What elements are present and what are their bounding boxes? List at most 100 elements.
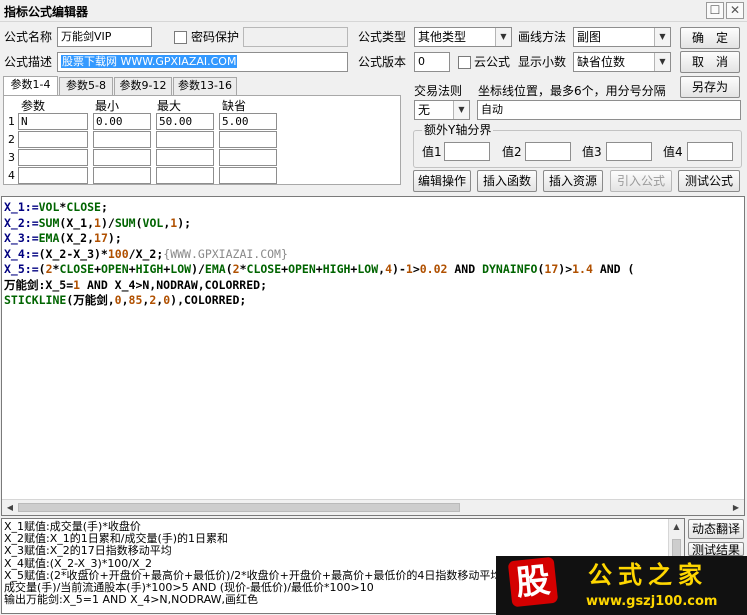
import-formula-button[interactable]: 引入公式: [610, 170, 672, 192]
y-value-2-input[interactable]: [525, 142, 571, 161]
param-max-cell[interactable]: [156, 149, 214, 166]
formula-desc-text: 股票下载网 WWW.GPXIAZAI.COM: [61, 55, 238, 68]
decimals-select[interactable]: 缺省位数 ▼: [573, 52, 671, 72]
param-name-cell[interactable]: N: [18, 113, 88, 130]
code-token: +: [128, 262, 136, 276]
param-min-cell[interactable]: [93, 131, 151, 148]
code-token: 4: [385, 262, 393, 276]
code-token: SUM: [38, 215, 60, 230]
code-token: 0: [114, 293, 122, 307]
code-token: (X_2-X_3)*: [38, 246, 108, 261]
cancel-button[interactable]: 取 消: [680, 51, 740, 73]
title-bar: 指标公式编辑器 ☐ ✕: [0, 0, 747, 22]
stock-badge-icon: 股: [507, 556, 559, 608]
hscroll-thumb[interactable]: [18, 503, 460, 512]
decimals-value: 缺省位数: [577, 55, 626, 69]
code-token: ;: [100, 200, 108, 214]
param-row-num: 4: [8, 169, 15, 182]
tab-params-1-4[interactable]: 参数1-4: [3, 76, 58, 96]
extra-y-axis-group: 额外Y轴分界 值1 值2 值3 值4: [413, 123, 742, 168]
code-token: +: [315, 262, 323, 276]
code-token: 1.4: [572, 262, 593, 276]
param-name-cell[interactable]: [18, 149, 88, 166]
code-token: {WWW.GPXIAZAI.COM}: [163, 246, 288, 261]
edit-ops-button[interactable]: 编辑操作: [413, 170, 471, 192]
restore-icon[interactable]: ☐: [706, 2, 724, 19]
y-value-label: 值2: [502, 145, 522, 159]
code-token: )>: [558, 262, 573, 276]
code-token: (万能剑,: [66, 293, 115, 307]
param-name-cell[interactable]: [18, 131, 88, 148]
param-max-cell[interactable]: [156, 131, 214, 148]
y-value-3-input[interactable]: [606, 142, 652, 161]
param-max-cell[interactable]: 50.00: [156, 113, 214, 130]
draw-method-select[interactable]: 副图 ▼: [573, 27, 671, 47]
draw-label: 画线方法: [518, 30, 567, 44]
trade-rule-select[interactable]: 无 ▼: [414, 100, 470, 120]
param-max-cell[interactable]: [156, 167, 214, 184]
param-default-cell[interactable]: [219, 149, 277, 166]
save-as-button[interactable]: 另存为: [680, 76, 740, 98]
code-token: VOL: [38, 200, 60, 214]
chevron-down-icon: ▼: [654, 28, 670, 46]
extra-y-axis-title: 额外Y轴分界: [422, 123, 494, 137]
code-token: 0.02: [419, 262, 448, 276]
tab-params-5-8[interactable]: 参数5-8: [59, 77, 113, 95]
formula-name-input[interactable]: 万能剑VIP: [57, 27, 152, 47]
close-icon[interactable]: ✕: [726, 2, 744, 19]
code-token: X_2:=: [4, 215, 39, 230]
ok-button[interactable]: 确 定: [680, 27, 740, 49]
tab-params-9-12[interactable]: 参数9-12: [114, 77, 172, 95]
code-token: VOL: [142, 215, 164, 230]
param-default-cell[interactable]: [219, 131, 277, 148]
scroll-left-icon[interactable]: ◀: [2, 500, 18, 515]
param-min-cell[interactable]: [93, 167, 151, 184]
code-token: )/: [100, 215, 115, 230]
formula-type-value: 其他类型: [418, 30, 467, 44]
param-header-default: 缺省: [222, 99, 247, 113]
editor-hscrollbar[interactable]: ◀ ▶: [2, 499, 744, 515]
param-min-cell[interactable]: 0.00: [93, 113, 151, 130]
code-token: 2: [232, 262, 240, 276]
password-checkbox[interactable]: [174, 31, 187, 44]
param-default-cell[interactable]: [219, 167, 277, 184]
code-token: X_3:=: [4, 231, 39, 245]
explanation-line: X_3赋值:X_2的17日指数移动平均: [4, 544, 172, 558]
formula-desc-input[interactable]: 股票下载网 WWW.GPXIAZAI.COM: [57, 52, 348, 72]
tab-params-13-16[interactable]: 参数13-16: [173, 77, 237, 95]
scroll-right-icon[interactable]: ▶: [728, 500, 744, 515]
trade-rule-label: 交易法则: [414, 84, 463, 98]
param-min-cell[interactable]: [93, 149, 151, 166]
coord-input[interactable]: 自动: [477, 100, 741, 120]
test-result-button[interactable]: 测试结果: [688, 542, 744, 556]
dynamic-translate-button[interactable]: 动态翻译: [688, 519, 744, 539]
insert-function-button[interactable]: 插入函数: [477, 170, 537, 192]
code-token: AND: [592, 262, 628, 276]
y-value-4-input[interactable]: [687, 142, 733, 161]
formula-type-select[interactable]: 其他类型 ▼: [414, 27, 512, 47]
code-token: 17: [544, 262, 559, 276]
code-line: X_4:=(X_2-X_3)*100/X_2;{WWW.GPXIAZAI.COM…: [4, 247, 288, 262]
code-token: (: [135, 215, 143, 230]
watermark-name: 公式之家: [588, 561, 708, 589]
insert-resource-button[interactable]: 插入资源: [543, 170, 603, 192]
y-value-1-input[interactable]: [444, 142, 490, 161]
param-default-cell[interactable]: 5.00: [219, 113, 277, 130]
param-row-num: 2: [8, 133, 15, 146]
cloud-checkbox[interactable]: [458, 56, 471, 69]
code-token: HIGH: [322, 262, 351, 276]
code-token: 2: [45, 262, 53, 276]
code-editor[interactable]: X_1:=VOL*CLOSE; X_2:=SUM(X_1,1)/SUM(VOL,1…: [1, 196, 745, 516]
scroll-up-icon[interactable]: ▲: [669, 519, 684, 534]
param-row-num: 1: [8, 115, 15, 128]
code-token: );: [177, 215, 192, 230]
version-input[interactable]: 0: [414, 52, 450, 72]
code-token: +: [94, 262, 101, 276]
param-name-cell[interactable]: [18, 167, 88, 184]
test-formula-button[interactable]: 测试公式: [678, 170, 740, 192]
type-label: 公式类型: [358, 30, 407, 44]
trade-rule-value: 无: [418, 103, 431, 117]
code-token: )/: [191, 262, 205, 276]
code-token: X_4:=: [4, 246, 39, 261]
code-token: *: [239, 262, 247, 276]
